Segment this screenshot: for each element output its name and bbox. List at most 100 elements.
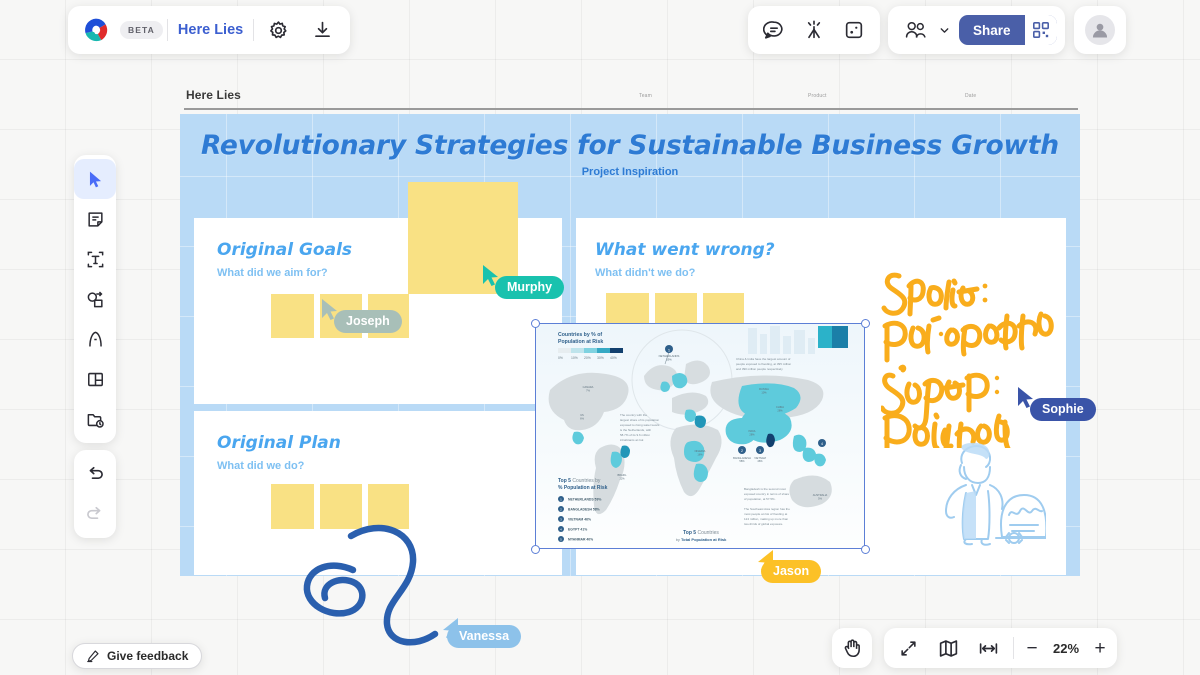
world-flood-risk-map: 1 Countries by % of Population at Risk 0… (536, 324, 864, 548)
svg-text:28%: 28% (777, 409, 783, 413)
history-palette[interactable] (74, 450, 116, 538)
cursor-label-murphy: Murphy (495, 276, 565, 299)
svg-text:INDIA: INDIA (749, 429, 756, 433)
redo-icon (87, 506, 101, 519)
svg-text:of population, at 57.5%.: of population, at 57.5%. (744, 497, 776, 501)
svg-text:NIGERIA: NIGERIA (695, 449, 706, 453)
chevron-down-icon[interactable] (938, 24, 951, 37)
timer-button[interactable] (834, 10, 874, 50)
avatar[interactable] (1085, 15, 1115, 45)
comments-button[interactable] (754, 10, 794, 50)
upload-file-icon (87, 413, 104, 428)
svg-text:20%: 20% (584, 356, 591, 360)
sticky-note[interactable] (271, 294, 314, 338)
sticky-note-tool[interactable] (74, 199, 116, 239)
participants-button[interactable] (896, 10, 936, 50)
panel-original-goals-title: Original Goals (217, 240, 353, 260)
undo-button[interactable] (74, 454, 116, 494)
pen-tool[interactable] (74, 319, 116, 359)
divider (1013, 637, 1014, 659)
cursor-label-sophie: Sophie (1030, 398, 1096, 421)
app-bar-tools[interactable] (748, 6, 880, 54)
svg-text:0%: 0% (558, 356, 563, 360)
panel-what-went-wrong-title: What went wrong? (595, 240, 775, 260)
pan-tool-button[interactable] (832, 628, 872, 668)
select-tool[interactable] (74, 159, 116, 199)
divider (166, 19, 168, 41)
svg-text:Top 5 Countries: Top 5 Countries (683, 530, 719, 536)
svg-text:16%: 16% (697, 453, 703, 457)
upload-tool[interactable] (74, 399, 116, 439)
app-bar-left[interactable]: BETA Here Lies (68, 6, 351, 54)
avatar-icon (1092, 23, 1108, 38)
frame-tool[interactable] (74, 359, 116, 399)
comment-icon (763, 21, 783, 39)
resize-handle-tr[interactable] (861, 319, 870, 328)
board-field-team: Team (639, 93, 653, 99)
settings-button[interactable] (258, 10, 298, 50)
board-header-rule (184, 108, 1078, 110)
zoom-in-label: + (1094, 637, 1106, 659)
panel-original-goals-subtitle: What did we aim for? (217, 267, 328, 279)
fit-screen-button[interactable] (888, 628, 928, 668)
beta-badge: BETA (120, 21, 163, 39)
panel-original-plan-subtitle: What did we do? (217, 460, 305, 472)
share-qr-button[interactable] (1024, 15, 1057, 45)
pencil-icon (87, 650, 99, 663)
resize-handle-bl[interactable] (531, 545, 540, 554)
account-bar[interactable] (1074, 6, 1126, 54)
svg-text:two-thirds of global exposure.: two-thirds of global exposure. (744, 522, 783, 526)
fit-screen-icon (900, 640, 916, 656)
document-title[interactable]: Here Lies (172, 22, 249, 38)
fit-width-icon (979, 642, 997, 654)
qr-code-icon (1032, 22, 1049, 38)
svg-text:Population at Risk: Population at Risk (558, 339, 603, 345)
svg-text:Top 5 Countries by: Top 5 Countries by (558, 478, 601, 484)
undo-icon (89, 466, 103, 479)
minimap-button[interactable] (928, 628, 968, 668)
app-logo[interactable] (76, 10, 116, 50)
shapes-tool[interactable] (74, 279, 116, 319)
reactions-button[interactable] (794, 10, 834, 50)
svg-text:BRAZIL: BRAZIL (617, 473, 627, 477)
share-button[interactable]: Share (959, 15, 1057, 45)
redo-button[interactable] (74, 494, 116, 534)
svg-text:inhabitants at risk: inhabitants at risk (620, 438, 644, 442)
svg-text:The Southeast Asia region has: The Southeast Asia region has the (744, 507, 790, 511)
board-canvas[interactable]: Here Lies Team Product Date Revolutionar… (0, 0, 1200, 675)
zoom-out-button[interactable]: − (1019, 628, 1045, 668)
shapes-icon (87, 290, 103, 307)
fit-width-button[interactable] (968, 628, 1008, 668)
svg-text:4: 4 (821, 442, 823, 446)
svg-text:58%: 58% (739, 459, 745, 463)
text-tool[interactable] (74, 239, 116, 279)
svg-text:30%: 30% (597, 356, 604, 360)
svg-text:US: US (580, 413, 584, 417)
sticky-note-icon (87, 211, 103, 227)
tool-palette[interactable] (74, 155, 116, 443)
resize-handle-br[interactable] (861, 545, 870, 554)
board-subtitle: Project Inspiration (581, 166, 679, 178)
download-icon (314, 21, 330, 37)
svg-text:The country with the: The country with the (620, 413, 647, 417)
svg-text:28%: 28% (749, 433, 755, 437)
zoom-controls[interactable]: − 22% + (884, 628, 1117, 668)
svg-text:40%: 40% (610, 356, 617, 360)
download-button[interactable] (302, 10, 342, 50)
resize-handle-tl[interactable] (531, 319, 540, 328)
cursor-label-vanessa: Vanessa (447, 625, 522, 648)
give-feedback-button[interactable]: Give feedback (72, 643, 203, 669)
svg-text:12%: 12% (619, 477, 625, 481)
svg-text:10%: 10% (571, 356, 578, 360)
app-bar-share[interactable]: Share (888, 6, 1065, 54)
zoom-in-button[interactable]: + (1087, 628, 1113, 668)
svg-text:58.7% of its 9.6 million: 58.7% of its 9.6 million (620, 433, 650, 437)
board-header: Here Lies Team Product Date (180, 82, 1080, 114)
svg-text:by Total Population at Risk: by Total Population at Risk (676, 537, 727, 542)
zoom-level[interactable]: 22% (1045, 641, 1087, 656)
board-field-product: Product (808, 93, 827, 99)
svg-text:MYANMAR 40%: MYANMAR 40% (568, 538, 593, 542)
map-image-asset[interactable]: 1 Countries by % of Population at Risk 0… (535, 323, 865, 549)
svg-text:people exposed to flooding, at: people exposed to flooding, at 395 milli… (736, 362, 792, 366)
svg-text:largest share of its populatio: largest share of its population (620, 418, 660, 422)
